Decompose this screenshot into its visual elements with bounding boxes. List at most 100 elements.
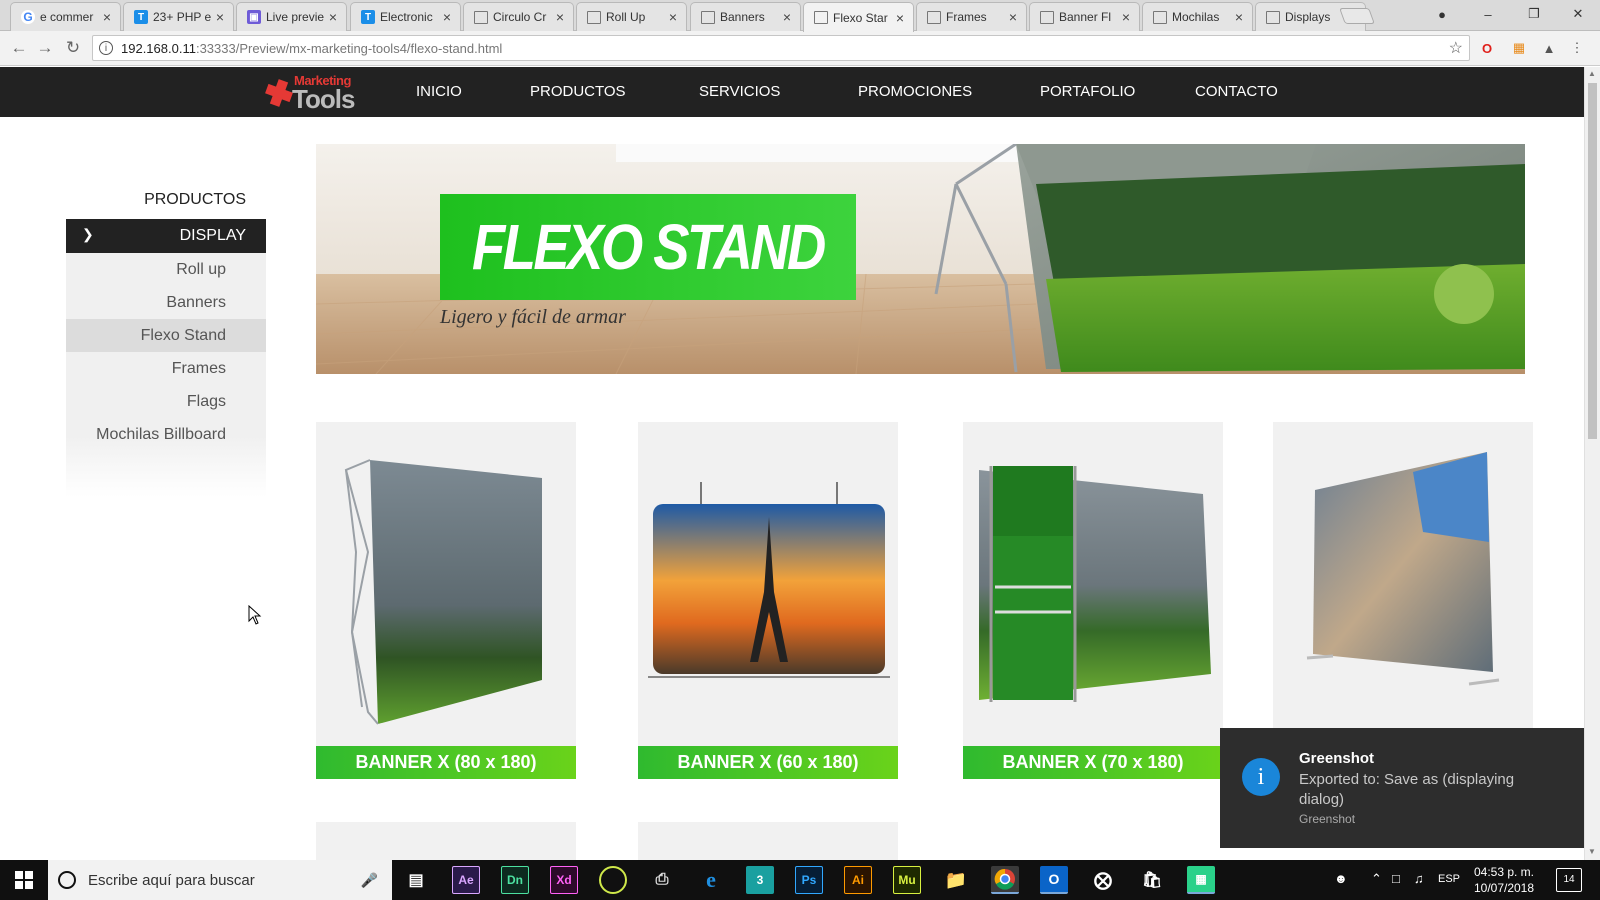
browser-tab[interactable]: Ge commer × <box>10 2 121 31</box>
photoshop-icon[interactable]: Ps <box>795 866 823 894</box>
illustrator-icon[interactable]: Ai <box>844 866 872 894</box>
nav-inicio[interactable]: INICIO <box>416 67 462 117</box>
product-card-partial[interactable] <box>638 822 898 862</box>
people-icon[interactable]: ☻ <box>1334 871 1348 886</box>
taskbar-clock[interactable]: 04:53 p. m. 10/07/2018 <box>1462 864 1546 896</box>
tab-close-icon[interactable]: × <box>666 9 680 25</box>
greenshot-icon[interactable]: ▦ <box>1187 866 1215 894</box>
file-explorer-icon[interactable]: 📁 <box>942 866 970 894</box>
task-view-icon[interactable]: ▤ <box>402 866 430 894</box>
dimension-icon[interactable]: Dn <box>501 866 529 894</box>
browser-tab[interactable]: T Electronic × <box>350 2 461 31</box>
after-effects-icon[interactable]: Ae <box>452 866 480 894</box>
profile-icon[interactable]: ● <box>1420 0 1464 28</box>
edge-icon[interactable]: e <box>697 866 725 894</box>
xd-icon[interactable]: Xd <box>550 866 578 894</box>
sidebar-item-flags[interactable]: Flags <box>66 385 266 418</box>
sidebar-item-mochilas-billboard[interactable]: Mochilas Billboard <box>66 418 266 451</box>
action-center-icon[interactable]: 14 <box>1556 868 1582 892</box>
sidebar-item-roll-up[interactable]: Roll up <box>66 253 266 286</box>
xbox-icon[interactable]: ⨂ <box>1089 866 1117 894</box>
chrome-icon[interactable] <box>991 866 1019 894</box>
nav-servicios[interactable]: SERVICIOS <box>699 67 780 117</box>
nav-portafolio[interactable]: PORTAFOLIO <box>1040 67 1135 117</box>
scroll-thumb[interactable] <box>1588 83 1597 439</box>
tab-title: Roll Up <box>606 10 646 24</box>
tab-title: Live previe <box>266 10 325 24</box>
page-icon <box>927 10 941 24</box>
tab-close-icon[interactable]: × <box>893 10 907 26</box>
tab-close-icon[interactable]: × <box>440 9 454 25</box>
nav-contacto[interactable]: CONTACTO <box>1195 67 1278 117</box>
site-info-icon[interactable]: i <box>99 41 113 55</box>
opera-extension-icon[interactable]: O <box>1478 39 1496 57</box>
restore-button[interactable]: ❐ <box>1512 0 1556 28</box>
sidebar-item-banners[interactable]: Banners <box>66 286 266 319</box>
product-card[interactable]: BANNER X (70 x 180) <box>963 422 1223 779</box>
tab-close-icon[interactable]: × <box>1232 9 1246 25</box>
tab-title: e commer <box>40 10 94 24</box>
sidebar-item-flexo-stand[interactable]: Flexo Stand <box>66 319 266 352</box>
volume-icon[interactable]: ♫ <box>1414 871 1424 886</box>
muse-icon[interactable]: Mu <box>893 866 921 894</box>
browser-tab[interactable]: Roll Up × <box>576 2 687 31</box>
notification-source: Greenshot <box>1299 812 1356 826</box>
inkscape-icon[interactable] <box>599 866 627 894</box>
menu-icon[interactable]: ⋮ <box>1568 39 1586 57</box>
back-icon[interactable]: ← <box>8 37 30 59</box>
reload-icon[interactable]: ↻ <box>62 37 84 59</box>
new-tab-button[interactable] <box>1339 8 1375 24</box>
bookmark-star-icon[interactable]: ☆ <box>1449 38 1463 58</box>
printer-icon[interactable]: ⎙ <box>648 866 676 894</box>
microphone-icon[interactable]: 🎤 <box>361 872 378 889</box>
tab-close-icon[interactable]: × <box>326 9 340 25</box>
tab-close-icon[interactable]: × <box>1119 9 1133 25</box>
scroll-down-icon[interactable]: ▼ <box>1588 847 1596 856</box>
product-label[interactable]: BANNER X (60 x 180) <box>638 746 898 779</box>
browser-tab[interactable]: ▣ Live previe × <box>236 2 347 31</box>
minimize-button[interactable]: – <box>1466 0 1510 28</box>
browser-tab[interactable]: Circulo Cr × <box>463 2 574 31</box>
browser-tab[interactable]: Frames × <box>916 2 1027 31</box>
extension-hat-icon[interactable]: ▲ <box>1540 39 1558 57</box>
tray-chevron-up-icon[interactable]: ⌃ <box>1371 871 1382 887</box>
url-path: :33333/Preview/mx-marketing-tools4/flexo… <box>195 40 503 56</box>
address-bar[interactable]: i 192.168.0.11 :33333/Preview/mx-marketi… <box>92 35 1470 61</box>
browser-tab[interactable]: Banner Fl × <box>1029 2 1140 31</box>
store-icon[interactable]: 🛍 <box>1138 866 1166 894</box>
tab-close-icon[interactable]: × <box>780 9 794 25</box>
product-label[interactable]: BANNER X (80 x 180) <box>316 746 576 779</box>
site-logo[interactable]: Marketing Tools <box>262 72 362 114</box>
extension-icon[interactable]: ▦ <box>1510 39 1528 57</box>
product-label[interactable]: BANNER X (70 x 180) <box>963 746 1223 779</box>
product-card[interactable]: BANNER X (80 x 180) <box>316 422 576 779</box>
outlook-icon[interactable]: O <box>1040 866 1068 894</box>
page-scrollbar[interactable]: ▲ ▼ <box>1584 67 1600 860</box>
sidebar-item-frames[interactable]: Frames <box>66 352 266 385</box>
product-card[interactable] <box>1273 422 1533 778</box>
browser-tab[interactable]: Flexo Star × <box>803 2 914 32</box>
nav-promociones[interactable]: PROMOCIONES <box>858 67 972 117</box>
scroll-up-icon[interactable]: ▲ <box>1588 69 1596 78</box>
greenshot-notification[interactable]: i Greenshot Exported to: Save as (displa… <box>1220 728 1584 848</box>
product-card-partial[interactable] <box>316 822 576 862</box>
tab-title: Electronic <box>380 10 433 24</box>
google-icon: G <box>21 10 35 24</box>
browser-tab[interactable]: T 23+ PHP e × <box>123 2 234 31</box>
tab-close-icon[interactable]: × <box>100 9 114 25</box>
close-window-button[interactable]: ✕ <box>1556 0 1600 28</box>
tab-close-icon[interactable]: × <box>1006 9 1020 25</box>
tab-close-icon[interactable]: × <box>553 9 567 25</box>
language-indicator[interactable]: ESP <box>1438 873 1460 885</box>
tab-close-icon[interactable]: × <box>213 9 227 25</box>
browser-tab[interactable]: Mochilas × <box>1142 2 1253 31</box>
forward-icon[interactable]: → <box>34 37 56 59</box>
nav-productos[interactable]: PRODUCTOS <box>530 67 626 117</box>
3d-app-icon[interactable]: 3 <box>746 866 774 894</box>
network-icon[interactable]: □ <box>1392 871 1400 886</box>
start-button[interactable] <box>0 860 48 900</box>
browser-tab[interactable]: Banners × <box>690 2 801 31</box>
product-card[interactable]: BANNER X (60 x 180) <box>638 422 898 779</box>
sidebar-category-display[interactable]: ❯ DISPLAY <box>66 219 266 253</box>
taskbar-search[interactable]: Escribe aquí para buscar 🎤 <box>48 860 392 900</box>
